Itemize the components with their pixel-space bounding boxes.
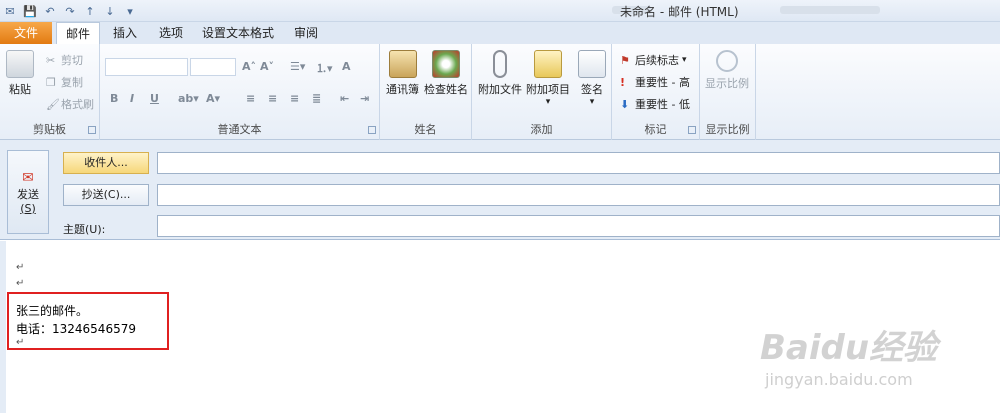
down-arrow-icon: ⬇ xyxy=(620,98,630,111)
signature-icon xyxy=(578,50,606,78)
cut-button[interactable]: ✂ 剪切 xyxy=(46,52,83,68)
to-field[interactable] xyxy=(157,152,1000,174)
quick-access-toolbar: ✉ 💾 ↶ ↷ ↑ ↓ ▾ xyxy=(2,2,138,20)
paste-button[interactable]: 粘贴 xyxy=(6,50,34,97)
high-importance-button[interactable]: ! 重要性 - 高 xyxy=(620,74,690,90)
tab-insert[interactable]: 插入 xyxy=(104,22,146,44)
tab-review[interactable]: 审阅 xyxy=(284,22,328,44)
exclamation-icon: ! xyxy=(620,76,626,89)
up-arrow-icon[interactable]: ↑ xyxy=(82,3,98,19)
address-book-icon xyxy=(388,50,417,78)
watermark-url: jingyan.baidu.com xyxy=(765,370,913,389)
check-names-button[interactable]: 检查姓名 xyxy=(424,50,468,97)
tab-file[interactable]: 文件 xyxy=(0,22,52,44)
tags-group: ⚑ 后续标志 ▾ ! 重要性 - 高 ⬇ 重要性 - 低 标记 xyxy=(612,44,700,140)
envelope-icon xyxy=(534,50,562,78)
subject-field[interactable] xyxy=(157,215,1000,237)
watermark-logo: Baidu经验 xyxy=(760,328,938,368)
scissors-icon: ✂ xyxy=(46,54,56,67)
address-book-button[interactable]: 通讯簿 xyxy=(386,50,419,97)
align-right-icon[interactable]: ≡ xyxy=(290,92,299,105)
undo-icon[interactable]: ↶ xyxy=(42,3,58,19)
underline-icon[interactable]: U xyxy=(150,92,159,105)
align-center-icon[interactable]: ≡ xyxy=(268,92,277,105)
tab-options[interactable]: 选项 xyxy=(150,22,192,44)
blurred-text xyxy=(780,6,880,14)
cc-field[interactable] xyxy=(157,184,1000,206)
low-importance-button[interactable]: ⬇ 重要性 - 低 xyxy=(620,96,690,112)
numbering-icon[interactable]: ⒈▾ xyxy=(316,60,333,76)
clipboard-group: 粘贴 ✂ 剪切 ❐ 复制 🖌 格式刷 剪贴板 xyxy=(0,44,100,140)
paperclip-icon xyxy=(493,50,507,78)
shrink-font-icon[interactable]: A˅ xyxy=(260,60,274,73)
ribbon-tabs: 文件 邮件 插入 选项 设置文本格式 审阅 xyxy=(0,22,1000,44)
basic-text-group: A˄ A˅ ☰▾ ⒈▾ A B I U ab▾ A▾ ≡ ≡ ≡ ≣ ⇤ ⇥ 普… xyxy=(100,44,380,140)
ribbon: 粘贴 ✂ 剪切 ❐ 复制 🖌 格式刷 剪贴板 A˄ A˅ ☰▾ ⒈▾ A B I U … xyxy=(0,44,1000,140)
customize-qat-icon[interactable]: ▾ xyxy=(122,3,138,19)
zoom-button[interactable]: 显示比例 xyxy=(705,50,749,91)
group-label: 剪贴板 xyxy=(33,123,66,136)
group-label: 显示比例 xyxy=(705,123,750,136)
copy-button[interactable]: ❐ 复制 xyxy=(46,74,83,90)
bullets-icon[interactable]: ☰▾ xyxy=(290,60,305,73)
zoom-group: 显示比例 显示比例 xyxy=(700,44,756,140)
dropdown-arrow-icon: ▾ xyxy=(545,97,551,107)
highlight-icon[interactable]: ab▾ xyxy=(178,92,199,105)
paragraph-mark-icon: ↵ xyxy=(16,262,25,273)
paragraph-mark-icon: ↵ xyxy=(16,278,25,289)
highlight-annotation-box xyxy=(7,292,169,350)
brush-icon: 🖌 xyxy=(46,98,60,111)
include-group: 附加文件 附加项目 ▾ 签名 ▾ 添加 xyxy=(472,44,612,140)
group-label: 标记 xyxy=(644,123,667,136)
increase-indent-icon[interactable]: ⇥ xyxy=(360,92,369,105)
font-color-icon[interactable]: A▾ xyxy=(206,92,220,105)
align-left-icon[interactable]: ≡ xyxy=(246,92,255,105)
save-icon[interactable]: 💾 xyxy=(22,3,38,19)
clear-format-icon[interactable]: A xyxy=(342,60,351,73)
tab-format-text[interactable]: 设置文本格式 xyxy=(196,22,280,44)
flag-icon: ⚑ xyxy=(620,54,630,67)
format-painter-button[interactable]: 🖌 格式刷 xyxy=(46,96,94,112)
dropdown-arrow-icon: ▾ xyxy=(682,55,687,65)
dialog-launcher-icon[interactable] xyxy=(88,126,96,134)
names-group: 通讯簿 检查姓名 姓名 xyxy=(380,44,472,140)
send-button[interactable]: ✉ 发送 (S) xyxy=(7,150,49,234)
italic-icon[interactable]: I xyxy=(130,92,134,105)
decrease-indent-icon[interactable]: ⇤ xyxy=(340,92,349,105)
dialog-launcher-icon[interactable] xyxy=(368,126,376,134)
group-label: 姓名 xyxy=(414,123,437,136)
dropdown-arrow-icon: ▾ xyxy=(589,97,595,107)
group-label: 普通文本 xyxy=(217,123,262,136)
magnifier-icon xyxy=(716,50,738,72)
window-title: 未命名 - 邮件 (HTML) xyxy=(620,5,739,19)
dialog-launcher-icon[interactable] xyxy=(688,126,696,134)
redo-icon[interactable]: ↷ xyxy=(62,3,78,19)
send-envelope-icon: ✉ xyxy=(22,169,34,186)
font-family-combo[interactable] xyxy=(105,58,188,76)
subject-label: 主题(U): xyxy=(63,223,106,236)
cc-button[interactable]: 抄送(C)... xyxy=(63,184,149,206)
check-names-icon xyxy=(432,50,460,78)
follow-up-button[interactable]: ⚑ 后续标志 ▾ xyxy=(620,52,687,68)
to-button[interactable]: 收件人... xyxy=(63,152,149,174)
group-label: 添加 xyxy=(530,123,553,136)
copy-icon: ❐ xyxy=(46,76,56,89)
font-size-combo[interactable] xyxy=(190,58,236,76)
signature-button[interactable]: 签名 ▾ xyxy=(578,50,606,107)
paste-icon xyxy=(6,50,34,78)
attach-item-button[interactable]: 附加项目 ▾ xyxy=(526,50,570,107)
tab-message[interactable]: 邮件 xyxy=(56,22,100,44)
outlook-icon[interactable]: ✉ xyxy=(2,3,18,19)
title-bar: ✉ 💾 ↶ ↷ ↑ ↓ ▾ 未命名 - 邮件 (HTML) xyxy=(0,0,1000,22)
justify-icon[interactable]: ≣ xyxy=(312,92,321,105)
grow-font-icon[interactable]: A˄ xyxy=(242,60,256,73)
attach-file-button[interactable]: 附加文件 xyxy=(478,50,522,97)
bold-icon[interactable]: B xyxy=(110,92,118,105)
down-arrow-icon[interactable]: ↓ xyxy=(102,3,118,19)
